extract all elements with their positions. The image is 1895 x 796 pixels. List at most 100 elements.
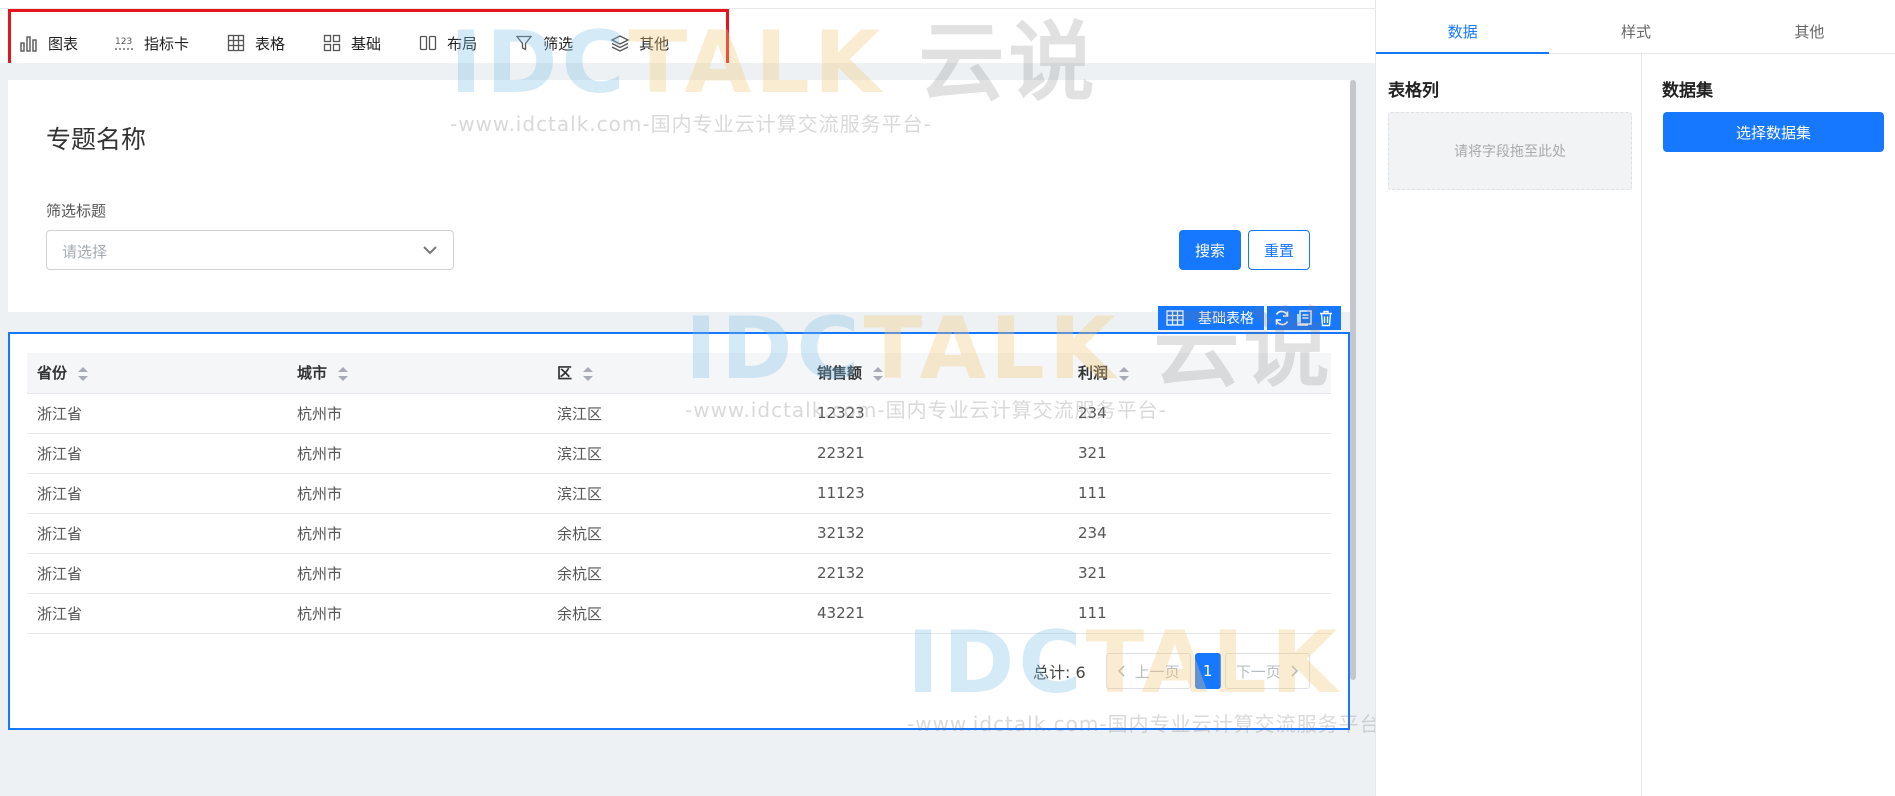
toolbar-item-label: 指标卡 — [144, 34, 190, 53]
grid-blocks-icon — [321, 32, 343, 54]
canvas-scrollbar[interactable] — [1350, 80, 1356, 680]
filter-label: 筛选标题 — [46, 202, 107, 220]
table-cell: 12323 — [807, 393, 1068, 434]
toolbar-items: 图表 123 指标卡 表格 基础 布局 筛选 其他 — [18, 25, 705, 61]
toolbar-item-metric-card[interactable]: 123 指标卡 — [114, 25, 189, 61]
component-toolbar: 图表 123 指标卡 表格 基础 布局 筛选 其他 — [0, 8, 1375, 70]
properties-panel: 数据 样式 其他 表格列 请将字段拖至此处 数据集 选择数据集 — [1375, 0, 1895, 796]
table-cell: 杭州市 — [287, 593, 547, 634]
chevron-left-icon — [1117, 665, 1125, 677]
layers-icon — [609, 32, 631, 54]
delete-icon[interactable] — [1316, 308, 1336, 328]
toolbar-item-label: 其他 — [639, 34, 670, 53]
sort-icon[interactable] — [582, 365, 594, 383]
page-number-button[interactable]: 1 — [1194, 653, 1221, 689]
chevron-right-icon — [1291, 665, 1298, 677]
chevron-down-icon — [421, 241, 439, 259]
number-card-icon: 123 — [114, 32, 136, 54]
filter-panel: 专题名称 筛选标题 请选择 搜索 重置 — [8, 80, 1350, 312]
table-header-row: 省份 城市 区 销售额 利润 — [27, 353, 1331, 394]
column-header[interactable]: 利润 — [1068, 353, 1331, 394]
table-cell: 234 — [1068, 393, 1331, 434]
table-cell: 杭州市 — [287, 433, 547, 474]
toolbar-item-filter[interactable]: 筛选 — [513, 25, 573, 61]
prev-page-label: 上一页 — [1134, 662, 1180, 681]
table-cell: 浙江省 — [27, 433, 287, 474]
table-columns-section: 表格列 请将字段拖至此处 — [1376, 54, 1642, 796]
table-cell: 杭州市 — [287, 513, 547, 554]
table-icon — [1166, 310, 1184, 326]
table-cell: 滨江区 — [547, 393, 807, 434]
field-drop-zone[interactable]: 请将字段拖至此处 — [1388, 112, 1632, 190]
table-cell: 浙江省 — [27, 513, 287, 554]
toolbar-item-label: 基础 — [351, 34, 382, 53]
tab-other[interactable]: 其他 — [1723, 8, 1895, 53]
toolbar-item-label: 筛选 — [543, 34, 574, 53]
toolbar-item-other[interactable]: 其他 — [609, 25, 669, 61]
toolbar-item-table[interactable]: 表格 — [225, 25, 285, 61]
column-header[interactable]: 城市 — [287, 353, 547, 394]
table-row: 浙江省 杭州市 余杭区 22132 321 — [27, 553, 1331, 594]
table-cell: 43221 — [807, 593, 1068, 634]
prev-page-button[interactable]: 上一页 — [1105, 653, 1191, 689]
table-cell: 321 — [1068, 553, 1331, 594]
table-row: 浙江省 杭州市 滨江区 12323 234 — [27, 393, 1331, 434]
toolbar-item-basic[interactable]: 基础 — [321, 25, 381, 61]
component-name-tag[interactable]: 基础表格 — [1158, 306, 1264, 330]
choose-dataset-button[interactable]: 选择数据集 — [1663, 112, 1884, 152]
toolbar-item-chart[interactable]: 图表 — [18, 25, 78, 61]
dataset-heading: 数据集 — [1662, 81, 1713, 101]
filter-select[interactable]: 请选择 — [46, 230, 454, 270]
toolbar-item-label: 表格 — [255, 34, 286, 53]
table-cell: 杭州市 — [287, 393, 547, 434]
table-row: 浙江省 杭州市 滨江区 11123 111 — [27, 473, 1331, 514]
next-page-label: 下一页 — [1235, 662, 1281, 681]
table-row: 浙江省 杭州市 余杭区 32132 234 — [27, 513, 1331, 554]
table-cell: 余杭区 — [547, 553, 807, 594]
pagination-total: 总计: 6 — [1033, 663, 1086, 682]
table-row: 浙江省 杭州市 余杭区 43221 111 — [27, 593, 1331, 634]
component-actions — [1267, 306, 1341, 330]
sort-icon[interactable] — [337, 365, 349, 383]
table-row: 浙江省 杭州市 滨江区 22321 321 — [27, 433, 1331, 474]
tab-style[interactable]: 样式 — [1549, 8, 1722, 53]
table-cell: 22132 — [807, 553, 1068, 594]
table-cell: 浙江省 — [27, 553, 287, 594]
table-icon — [225, 32, 247, 54]
properties-tabs: 数据 样式 其他 — [1376, 8, 1895, 54]
sort-icon[interactable] — [872, 365, 884, 383]
column-header-label: 城市 — [297, 364, 328, 383]
table-cell: 浙江省 — [27, 593, 287, 634]
toolbar-item-layout[interactable]: 布局 — [417, 25, 477, 61]
basic-table-component[interactable]: 省份 城市 区 销售额 利润 浙江省 杭州市 滨江区 12323 234 浙江省 杭州市滨… — [8, 332, 1350, 730]
table-cell: 321 — [1068, 433, 1331, 474]
svg-text:123: 123 — [115, 37, 132, 47]
table-columns-heading: 表格列 — [1388, 81, 1439, 101]
layout-columns-icon — [417, 32, 439, 54]
component-name-label: 基础表格 — [1198, 311, 1254, 327]
table-cell: 111 — [1068, 593, 1331, 634]
search-button[interactable]: 搜索 — [1179, 230, 1241, 270]
table-cell: 浙江省 — [27, 473, 287, 514]
table-cell: 234 — [1068, 513, 1331, 554]
column-header[interactable]: 区 — [547, 353, 807, 394]
sort-icon[interactable] — [77, 365, 89, 383]
next-page-button[interactable]: 下一页 — [1224, 653, 1310, 689]
reset-button[interactable]: 重置 — [1248, 230, 1310, 270]
column-header[interactable]: 省份 — [27, 353, 287, 394]
table-cell: 滨江区 — [547, 473, 807, 514]
copy-icon[interactable] — [1294, 308, 1314, 328]
table-cell: 111 — [1068, 473, 1331, 514]
sort-icon[interactable] — [1118, 365, 1130, 383]
column-header-label: 区 — [557, 364, 573, 383]
data-table: 省份 城市 区 销售额 利润 浙江省 杭州市 滨江区 12323 234 浙江省 杭州市滨… — [27, 353, 1331, 634]
table-cell: 11123 — [807, 473, 1068, 514]
table-cell: 32132 — [807, 513, 1068, 554]
tab-data[interactable]: 数据 — [1376, 8, 1550, 54]
refresh-icon[interactable] — [1272, 308, 1292, 328]
select-placeholder: 请选择 — [62, 243, 108, 261]
column-header[interactable]: 销售额 — [807, 353, 1068, 394]
table-cell: 滨江区 — [547, 433, 807, 474]
column-header-label: 省份 — [37, 364, 68, 383]
table-cell: 浙江省 — [27, 393, 287, 434]
